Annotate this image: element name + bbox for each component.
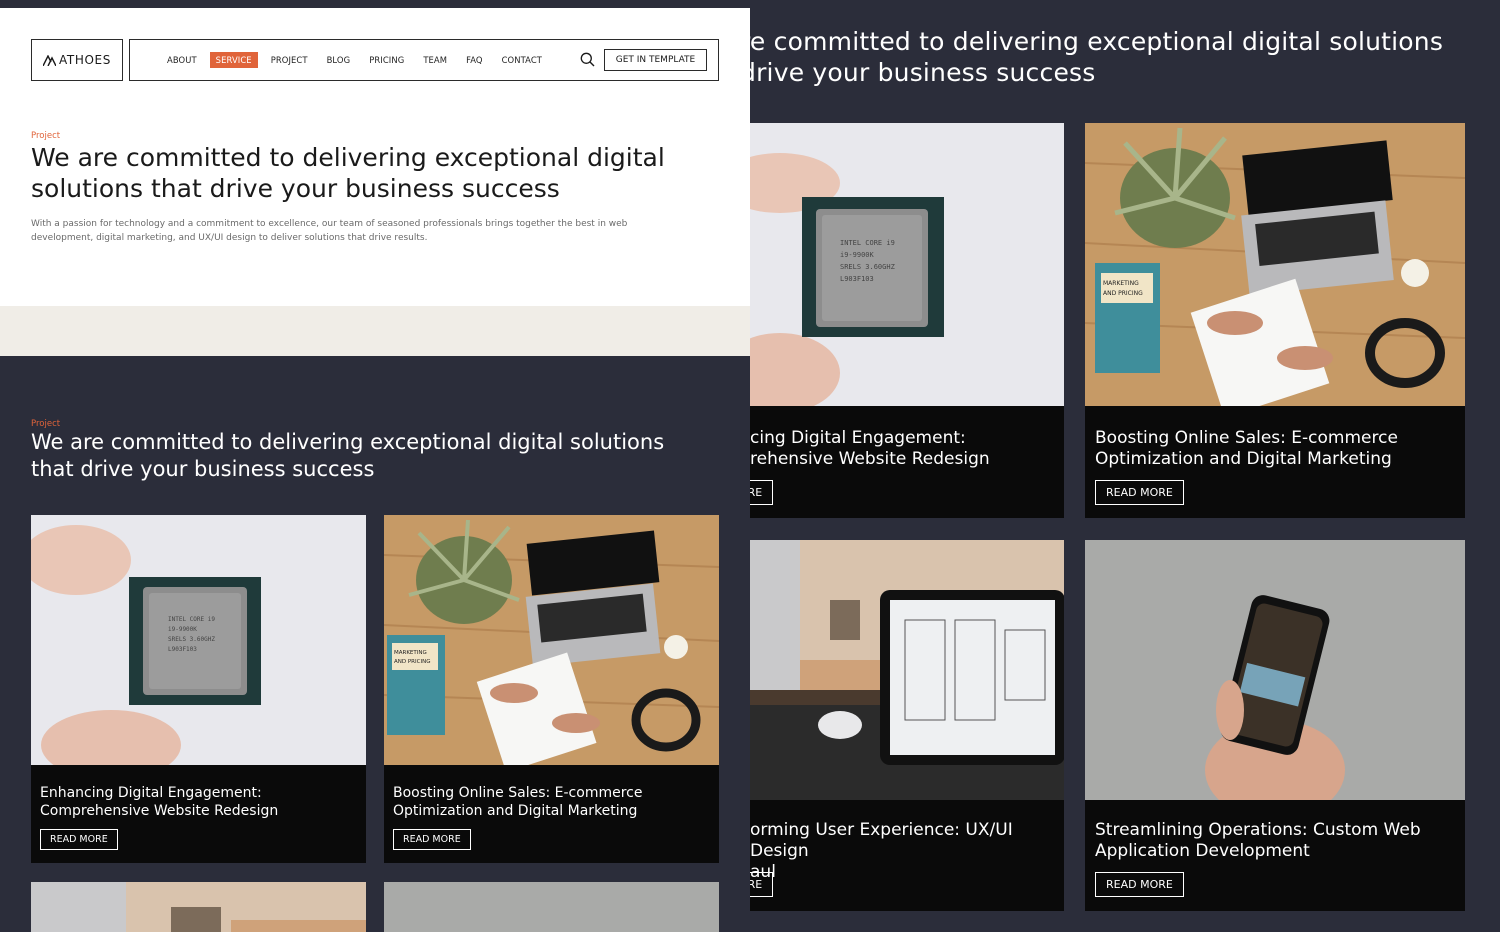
hero-description: With a passion for technology and a comm… bbox=[31, 219, 628, 243]
phone-hand-photo bbox=[384, 882, 719, 932]
card-title: Enhancing Digital Engagement: Comprehens… bbox=[40, 785, 279, 819]
logo-text: ATHOES bbox=[59, 53, 111, 67]
svg-text:i9-9900K: i9-9900K bbox=[840, 251, 875, 259]
hero-title: We are committed to delivering exception… bbox=[31, 143, 665, 203]
svg-text:MARKETING: MARKETING bbox=[1103, 280, 1139, 287]
nav-menu: ABOUT SERVICE PROJECT BLOG PRICING TEAM … bbox=[161, 52, 555, 68]
zoomed-title-line-2: drive your business success bbox=[740, 58, 1096, 87]
logo[interactable]: ATHOES bbox=[31, 39, 123, 81]
search-icon[interactable] bbox=[580, 52, 595, 67]
read-more-button[interactable]: READ MORE bbox=[393, 829, 471, 850]
svg-text:INTEL CORE i9: INTEL CORE i9 bbox=[168, 616, 215, 623]
tablet-wireframe-photo bbox=[740, 540, 1064, 800]
svg-text:AND PRICING: AND PRICING bbox=[1103, 290, 1143, 297]
laptop-desk-photo: MARKETING AND PRICING bbox=[1085, 123, 1465, 406]
zoomed-read-more-button[interactable]: READ MORE bbox=[1095, 872, 1184, 897]
section-divider-band bbox=[0, 306, 750, 356]
nav-item-contact[interactable]: CONTACT bbox=[496, 52, 548, 68]
card-title: Boosting Online Sales: E-commerce Optimi… bbox=[393, 785, 643, 819]
nav-item-faq[interactable]: FAQ bbox=[460, 52, 489, 68]
cpu-photo: INTEL CORE i9 i9-9900K SRELS 3.60GHZ L90… bbox=[740, 123, 1064, 406]
get-template-button[interactable]: GET IN TEMPLATE bbox=[604, 49, 707, 71]
svg-text:MARKETING: MARKETING bbox=[394, 650, 427, 656]
hero-section: ATHOES ABOUT SERVICE PROJECT BLOG PRICIN… bbox=[0, 8, 750, 306]
zoomed-card-title: Boosting Online Sales: E-commerce Optimi… bbox=[1095, 428, 1398, 469]
zoomed-card-title: orming User Experience: UX/UI Design aul bbox=[750, 820, 1013, 882]
project-card: MARKETING AND PRICING Boosting Online Sa… bbox=[384, 515, 719, 863]
svg-text:i9-9900K: i9-9900K bbox=[168, 626, 197, 633]
zoomed-project-card: INTEL CORE i9 i9-9900K SRELS 3.60GHZ L90… bbox=[740, 123, 1064, 518]
stage: re committed to delivering exceptional d… bbox=[0, 0, 1500, 932]
full-page-view: ATHOES ABOUT SERVICE PROJECT BLOG PRICIN… bbox=[0, 0, 750, 932]
svg-text:L903F103: L903F103 bbox=[168, 646, 197, 653]
zoomed-project-card: MARKETING AND PRICING Boosting Online Sa… bbox=[1085, 123, 1465, 518]
nav-item-project[interactable]: PROJECT bbox=[265, 52, 314, 68]
nav-item-service[interactable]: SERVICE bbox=[209, 52, 258, 68]
phone-hand-photo bbox=[1085, 540, 1465, 800]
tablet-wireframe-photo bbox=[31, 882, 366, 932]
nav-item-pricing[interactable]: PRICING bbox=[363, 52, 410, 68]
read-more-button[interactable]: READ MORE bbox=[40, 829, 118, 850]
logo-mountain-icon bbox=[43, 54, 57, 66]
zoomed-read-more-button[interactable]: READ MORE bbox=[1095, 480, 1184, 505]
hero-eyebrow: Project bbox=[31, 131, 61, 141]
zoomed-project-card: orming User Experience: UX/UI Design aul… bbox=[740, 540, 1064, 911]
project-card: INTEL CORE i9 i9-9900K SRELS 3.60GHZ L90… bbox=[31, 515, 366, 863]
svg-text:SRELS 3.60GHZ: SRELS 3.60GHZ bbox=[168, 636, 215, 643]
project-card bbox=[384, 882, 719, 932]
zoomed-section-title: re committed to delivering exceptional d… bbox=[740, 26, 1480, 88]
svg-text:INTEL CORE i9: INTEL CORE i9 bbox=[840, 239, 895, 247]
zoomed-card-title: cing Digital Engagement: rehensive Websi… bbox=[750, 428, 990, 469]
nav-item-team[interactable]: TEAM bbox=[417, 52, 453, 68]
main-navigation: ABOUT SERVICE PROJECT BLOG PRICING TEAM … bbox=[129, 39, 719, 81]
laptop-desk-photo: MARKETING AND PRICING bbox=[384, 515, 719, 765]
zoomed-project-card: Streamlining Operations: Custom Web Appl… bbox=[1085, 540, 1465, 911]
project-card bbox=[31, 882, 366, 932]
projects-eyebrow: Project bbox=[31, 419, 61, 429]
nav-item-about[interactable]: ABOUT bbox=[161, 52, 203, 68]
projects-title: We are committed to delivering exception… bbox=[31, 430, 665, 481]
svg-text:SRELS 3.60GHZ: SRELS 3.60GHZ bbox=[840, 263, 895, 271]
nav-item-blog[interactable]: BLOG bbox=[321, 52, 357, 68]
svg-text:L903F103: L903F103 bbox=[840, 275, 874, 283]
cpu-photo: INTEL CORE i9 i9-9900K SRELS 3.60GHZ L90… bbox=[31, 515, 366, 765]
zoomed-card-title: Streamlining Operations: Custom Web Appl… bbox=[1095, 820, 1421, 861]
zoomed-title-line-1: re committed to delivering exceptional d… bbox=[740, 27, 1444, 56]
svg-text:AND PRICING: AND PRICING bbox=[394, 659, 430, 665]
